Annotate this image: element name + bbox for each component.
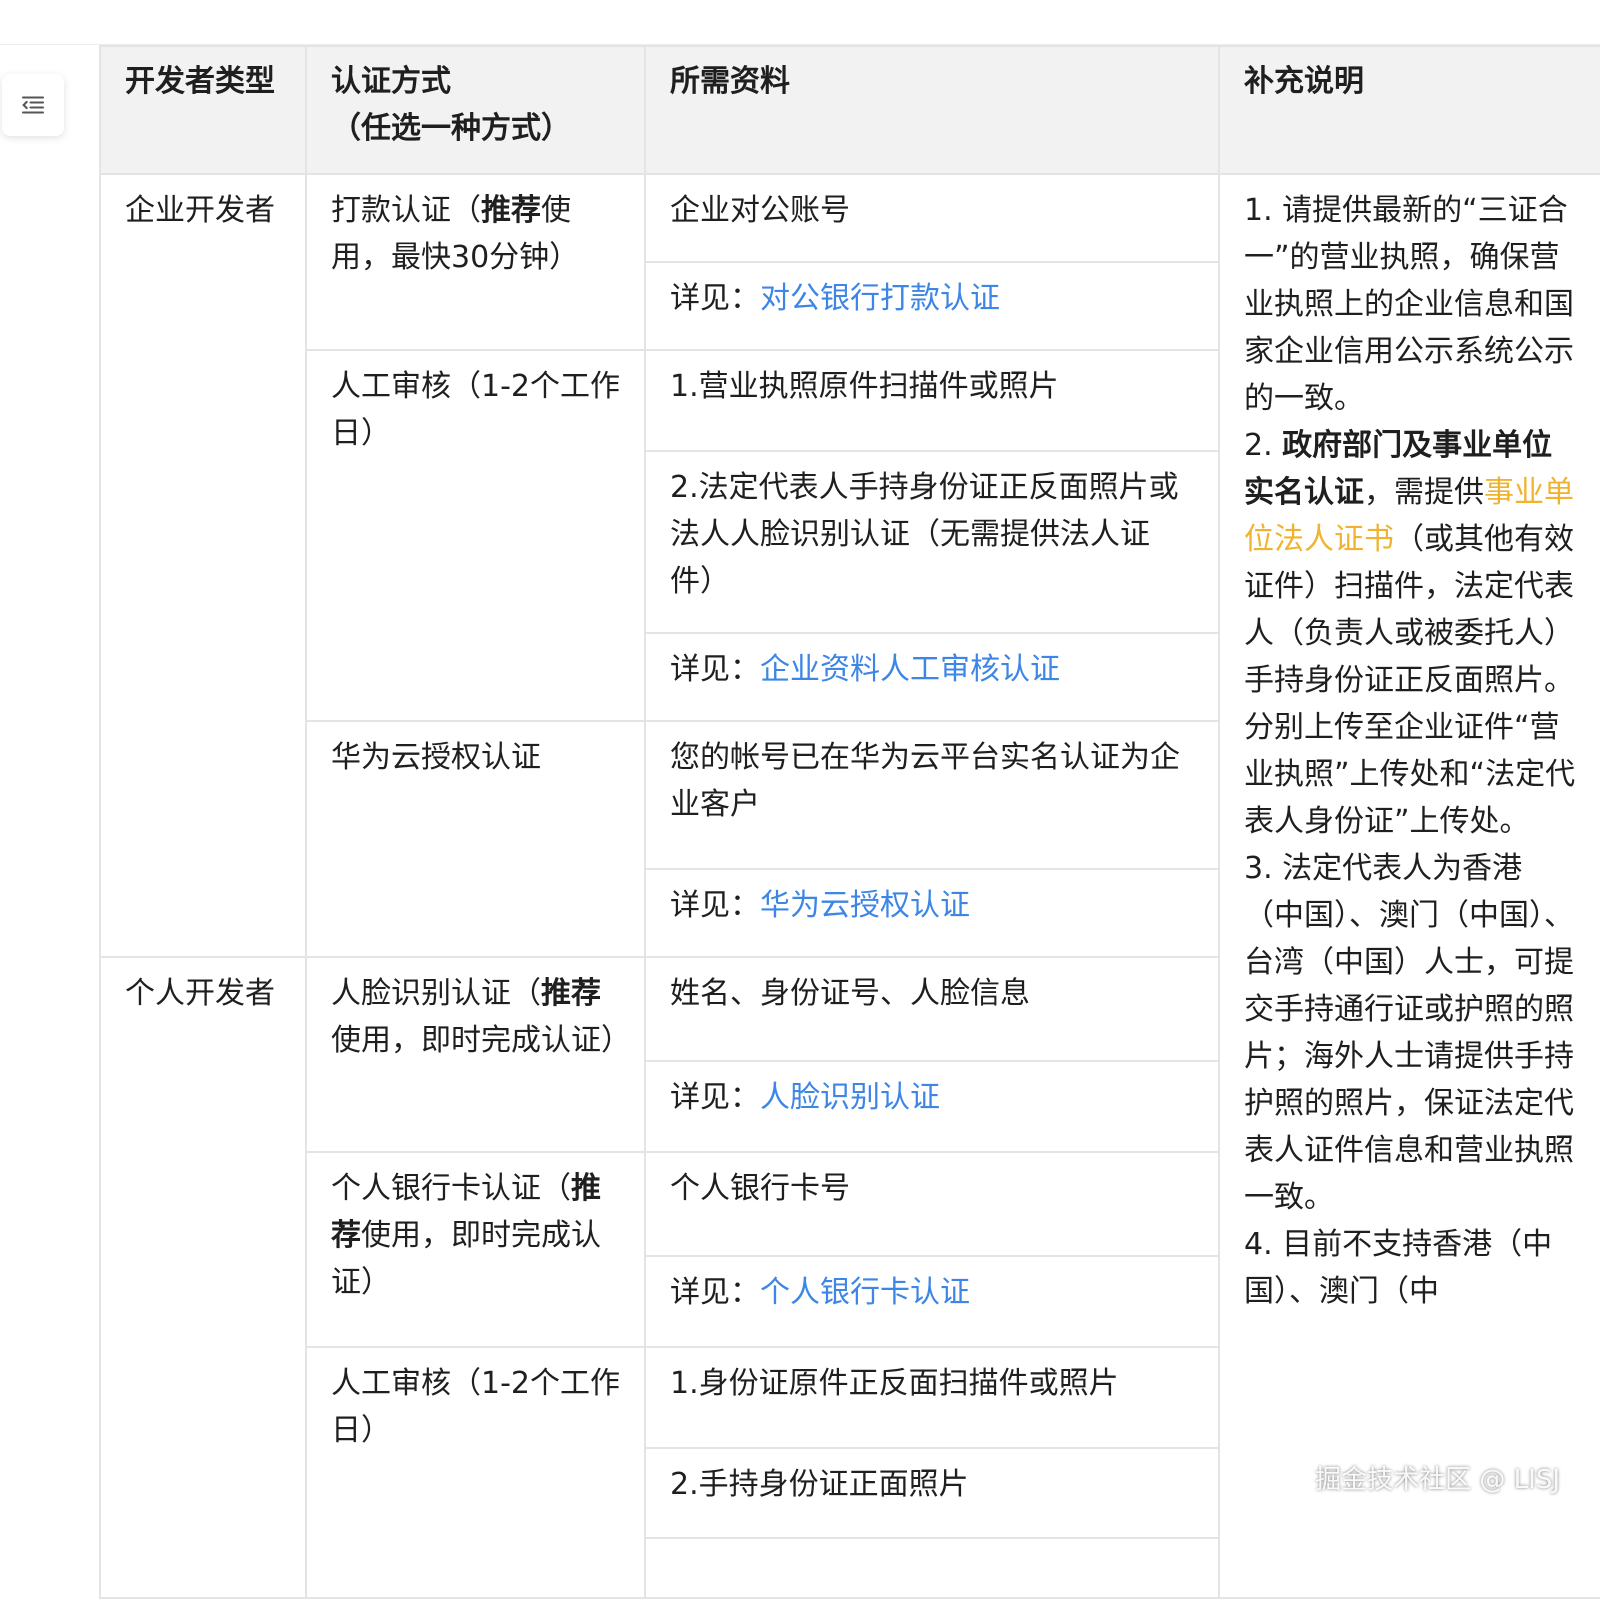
cell-huawei-method: 华为云授权认证 — [305, 720, 646, 958]
header-materials: 所需资料 — [644, 45, 1220, 175]
note-1: 1. 请提供最新的“三证合一”的营业执照，确保营业执照上的企业信息和国家企业信用… — [1244, 193, 1574, 416]
cell-huawei-detail: 详见：华为云授权认证 — [644, 868, 1220, 958]
cell-notes: 1. 请提供最新的“三证合一”的营业执照，确保营业执照上的企业信息和国家企业信用… — [1218, 173, 1600, 1599]
header-developer-type: 开发者类型 — [99, 45, 307, 175]
cell-bank-detail: 详见：个人银行卡认证 — [644, 1255, 1220, 1348]
header-method: 认证方式 （任选一种方式） — [305, 45, 646, 175]
header-notes: 补充说明 — [1218, 45, 1600, 175]
link-huawei-auth[interactable]: 华为云授权认证 — [760, 888, 970, 923]
link-bank-transfer[interactable]: 对公银行打款认证 — [760, 281, 1000, 316]
note-4: 4. 目前不支持香港（中国）、澳门（中 — [1244, 1227, 1553, 1309]
link-bank-card-auth[interactable]: 个人银行卡认证 — [760, 1275, 970, 1310]
cell-personal-manual-item2: 2.手持身份证正面照片 — [644, 1447, 1220, 1539]
link-face-auth[interactable]: 人脸识别认证 — [760, 1080, 940, 1115]
link-enterprise-manual[interactable]: 企业资料人工审核认证 — [760, 652, 1060, 687]
cell-huawei-item: 您的帐号已在华为云平台实名认证为企业客户 — [644, 720, 1220, 870]
verification-table: 开发者类型 认证方式 （任选一种方式） 所需资料 补充说明 企业开发者 打款认证（… — [99, 45, 1600, 1599]
cell-enterprise-manual-method: 人工审核（1-2个工作日） — [305, 349, 646, 722]
note-2: 2. 政府部门及事业单位实名认证，需提供事业单位法人证书（或其他有效证件）扫描件… — [1244, 428, 1576, 839]
cell-transfer-method: 打款认证（推荐使用，最快30分钟） — [305, 173, 646, 351]
top-bar — [0, 0, 1600, 45]
cell-enterprise-manual-item2: 2.法定代表人手持身份证正反面照片或法人人脸识别认证（无需提供法人证件） — [644, 450, 1220, 634]
cell-face-method: 人脸识别认证（推荐使用，即时完成认证） — [305, 956, 646, 1153]
table-row: 企业开发者 打款认证（推荐使用，最快30分钟） 企业对公账号 1. 请提供最新的… — [99, 173, 1600, 1599]
toc-indent-icon — [22, 96, 44, 114]
cell-transfer-detail: 详见：对公银行打款认证 — [644, 261, 1220, 351]
cell-bank-item: 个人银行卡号 — [644, 1151, 1220, 1257]
watermark: 掘金技术社区 @ LISJ — [1315, 1465, 1560, 1495]
cell-personal-manual-method: 人工审核（1-2个工作日） — [305, 1346, 646, 1599]
cell-enterprise-type: 企业开发者 — [99, 173, 307, 958]
cell-bank-method: 个人银行卡认证（推荐使用，即时完成认证） — [305, 1151, 646, 1348]
cell-personal-type: 个人开发者 — [99, 956, 307, 1599]
cell-face-detail: 详见：人脸识别认证 — [644, 1060, 1220, 1153]
cell-face-item: 姓名、身份证号、人脸信息 — [644, 956, 1220, 1062]
cell-empty — [644, 1537, 1220, 1599]
cell-enterprise-manual-item1: 1.营业执照原件扫描件或照片 — [644, 349, 1220, 452]
cell-enterprise-manual-detail: 详见：企业资料人工审核认证 — [644, 632, 1220, 722]
cell-account: 企业对公账号 — [644, 173, 1220, 263]
header-row: 开发者类型 认证方式 （任选一种方式） 所需资料 补充说明 — [99, 45, 1600, 175]
toc-toggle-button[interactable] — [2, 74, 64, 136]
cell-personal-manual-item1: 1.身份证原件正反面扫描件或照片 — [644, 1346, 1220, 1449]
note-3: 3. 法定代表人为香港（中国）、澳门（中国）、台湾（中国）人士，可提交手持通行证… — [1244, 851, 1574, 1215]
